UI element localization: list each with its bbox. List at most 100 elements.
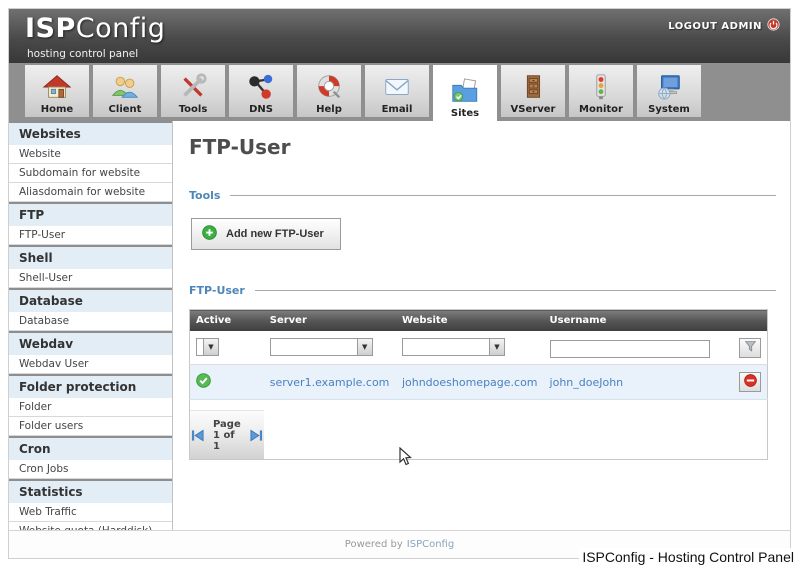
tab-label: VServer xyxy=(511,104,556,115)
system-icon xyxy=(654,70,684,104)
page-title: FTP-User xyxy=(189,135,776,159)
plus-icon xyxy=(202,225,217,243)
filter-cell-username xyxy=(544,331,729,365)
tab-label: System xyxy=(648,104,690,115)
sidebar-section-folder-protection[interactable]: Folder protection xyxy=(9,374,172,398)
powered-by-text: Powered by xyxy=(345,539,403,550)
sidebar-item-website[interactable]: Website xyxy=(9,145,172,164)
server-link[interactable]: server1.example.com xyxy=(270,376,390,389)
sidebar-section-ftp[interactable]: FTP xyxy=(9,202,172,226)
row-actions-cell xyxy=(728,365,767,400)
sidebar-section-statistics[interactable]: Statistics xyxy=(9,479,172,503)
sidebar-item-folder-users[interactable]: Folder users xyxy=(9,417,172,436)
pagination-cell: Page 1 of 1 xyxy=(190,410,264,459)
active-check-icon xyxy=(196,378,211,391)
tools-section-header: Tools xyxy=(189,189,776,202)
filter-row: ▼ ▼ ▼ xyxy=(190,331,768,365)
logout-label: LOGOUT ADMIN xyxy=(668,21,762,32)
add-button-label: Add new FTP-User xyxy=(226,228,324,240)
sidebar-item-folder[interactable]: Folder xyxy=(9,398,172,417)
tab-label: Home xyxy=(41,104,73,115)
server-filter-select[interactable]: ▼ xyxy=(270,338,373,356)
tab-vserver[interactable]: VServer xyxy=(501,65,565,117)
tab-monitor[interactable]: Monitor xyxy=(569,65,633,117)
sidebar-item-web-traffic[interactable]: Web Traffic xyxy=(9,503,172,522)
home-icon xyxy=(42,70,72,104)
sidebar-section-shell[interactable]: Shell xyxy=(9,245,172,269)
table-row: server1.example.com johndoeshomepage.com… xyxy=(190,365,768,400)
spacer xyxy=(189,250,776,278)
gap-cell xyxy=(190,400,264,410)
pagination-row: Page 1 of 1 xyxy=(190,410,768,460)
help-icon xyxy=(314,70,344,104)
active-filter-select[interactable]: ▼ xyxy=(196,338,219,356)
sidebar-item-aliasdomain-for-website[interactable]: Aliasdomain for website xyxy=(9,183,172,202)
table-gap-row xyxy=(190,400,768,410)
pagination: Page 1 of 1 xyxy=(190,419,264,452)
sidebar-item-shell-user[interactable]: Shell-User xyxy=(9,269,172,288)
email-icon xyxy=(382,70,412,104)
last-page-button[interactable] xyxy=(249,429,264,442)
ftp-user-table: Active Server Website Username ▼ ▼ ▼ xyxy=(189,309,768,460)
filter-cell-website: ▼ xyxy=(396,331,544,365)
ispconfig-link[interactable]: ISPConfig xyxy=(407,539,454,550)
sidebar-item-subdomain-for-website[interactable]: Subdomain for website xyxy=(9,164,172,183)
pagination-label: Page 1 of 1 xyxy=(213,419,241,452)
ftp-user-section-header: FTP-User xyxy=(189,284,776,297)
logout-button[interactable]: LOGOUT ADMIN xyxy=(668,18,780,34)
app-header: ISPConfig hosting control panel LOGOUT A… xyxy=(9,9,790,63)
tab-label: DNS xyxy=(249,104,273,115)
username-link[interactable]: john_doeJohn xyxy=(550,376,624,389)
chevron-down-icon: ▼ xyxy=(203,339,218,355)
username-filter-input[interactable] xyxy=(550,340,710,358)
divider-line xyxy=(230,195,776,196)
logo-bold: ISP xyxy=(25,13,76,44)
apply-filter-button[interactable] xyxy=(739,338,761,358)
tab-label: Tools xyxy=(179,104,208,115)
chevron-down-icon: ▼ xyxy=(357,339,372,355)
divider-line xyxy=(255,290,776,291)
sites-icon xyxy=(450,74,480,108)
tab-client[interactable]: Client xyxy=(93,65,157,117)
sidebar-item-webdav-user[interactable]: Webdav User xyxy=(9,355,172,374)
first-page-button[interactable] xyxy=(190,429,205,442)
column-header-active: Active xyxy=(190,310,264,332)
delete-row-button[interactable] xyxy=(739,372,761,392)
vserver-icon xyxy=(518,70,548,104)
row-active-cell[interactable] xyxy=(190,365,264,400)
tab-system[interactable]: System xyxy=(637,65,701,117)
sidebar-item-ftp-user[interactable]: FTP-User xyxy=(9,226,172,245)
column-header-actions xyxy=(728,310,767,332)
content-area: Websites Website Subdomain for website A… xyxy=(9,121,790,530)
website-filter-select[interactable]: ▼ xyxy=(402,338,505,356)
tab-label: Email xyxy=(382,104,413,115)
sidebar: Websites Website Subdomain for website A… xyxy=(9,121,173,530)
sidebar-item-cron-jobs[interactable]: Cron Jobs xyxy=(9,460,172,479)
tab-dns[interactable]: DNS xyxy=(229,65,293,117)
sidebar-section-database[interactable]: Database xyxy=(9,288,172,312)
sidebar-section-webdav[interactable]: Webdav xyxy=(9,331,172,355)
tab-label: Client xyxy=(109,104,142,115)
column-header-website: Website xyxy=(396,310,544,332)
main-panel: FTP-User Tools Add new FTP-User FTP-User… xyxy=(173,121,790,530)
website-link[interactable]: johndoeshomepage.com xyxy=(402,376,538,389)
tab-sites[interactable]: Sites xyxy=(433,65,497,121)
sidebar-item-database[interactable]: Database xyxy=(9,312,172,331)
client-icon xyxy=(110,70,140,104)
tab-home[interactable]: Home xyxy=(25,65,89,117)
app-panel: ISPConfig hosting control panel LOGOUT A… xyxy=(8,8,791,559)
window-title: ISPConfig - Hosting Control Panel xyxy=(579,548,797,566)
tab-email[interactable]: Email xyxy=(365,65,429,117)
sidebar-section-cron[interactable]: Cron xyxy=(9,436,172,460)
tab-tools[interactable]: Tools xyxy=(161,65,225,117)
delete-icon xyxy=(744,374,757,390)
row-username-cell: john_doeJohn xyxy=(544,365,729,400)
add-new-ftp-user-button[interactable]: Add new FTP-User xyxy=(191,218,341,250)
tools-icon xyxy=(178,70,208,104)
power-icon xyxy=(767,18,780,34)
sidebar-section-websites[interactable]: Websites xyxy=(9,121,172,145)
main-nav: Home Client Tools DNS Help xyxy=(9,63,790,121)
table-header-row: Active Server Website Username xyxy=(190,310,768,332)
tab-help[interactable]: Help xyxy=(297,65,361,117)
row-server-cell: server1.example.com xyxy=(264,365,396,400)
